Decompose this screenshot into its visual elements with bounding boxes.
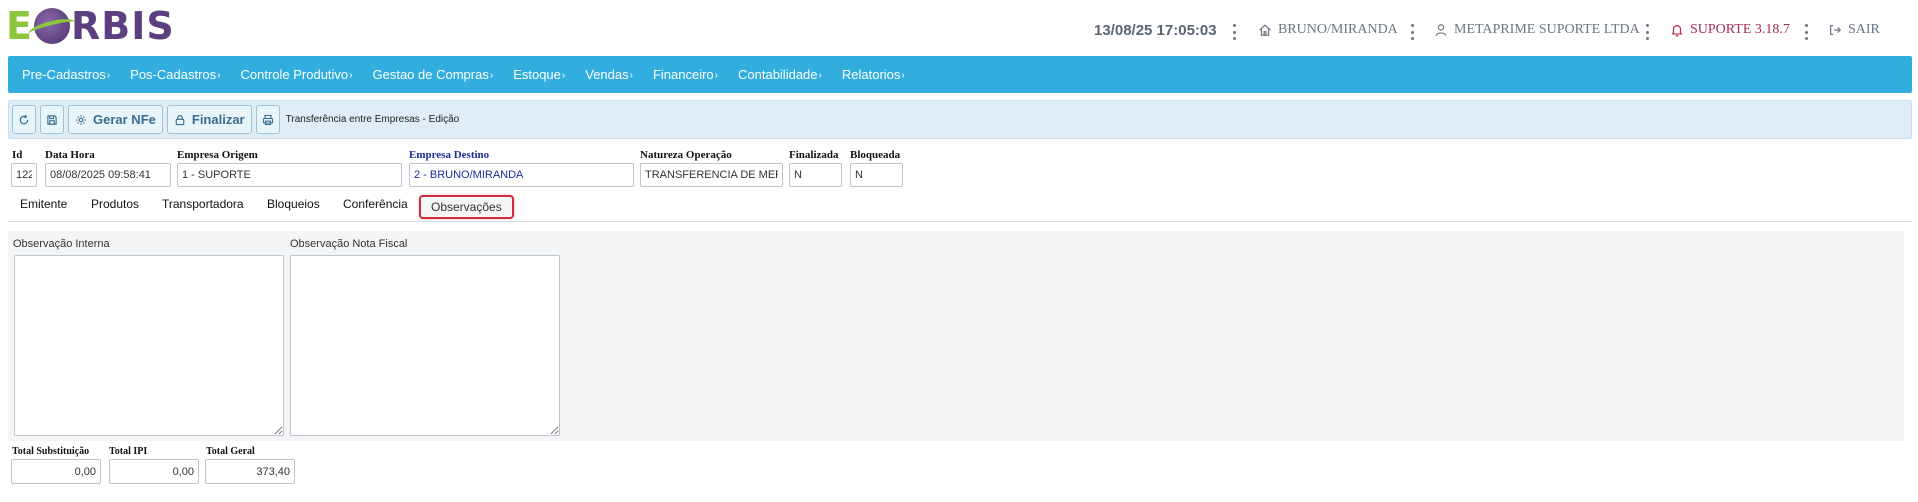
- action-toolbar: Gerar NFe Finalizar Transferência entre …: [8, 100, 1912, 139]
- header-user-company[interactable]: METAPRIME SUPORTE LTDA: [1434, 22, 1640, 38]
- refresh-icon: [19, 114, 29, 124]
- total-geral-input[interactable]: [205, 459, 295, 484]
- observacao-interna-label: Observação Interna: [13, 238, 110, 250]
- eorbis-logo[interactable]: E RBIS: [6, 4, 175, 48]
- printer-icon: [262, 114, 273, 125]
- natureza-operacao-label: Natureza Operação: [640, 149, 732, 161]
- empresa-destino-label: Empresa Destino: [409, 149, 490, 161]
- tab-transportadora[interactable]: Transportadora: [162, 197, 244, 211]
- app-header: E RBIS 13/08/25 17:05:03 BRUNO/MIRANDA ME…: [0, 0, 1918, 54]
- logout-label: SAIR: [1848, 22, 1880, 37]
- menu-contabilidade[interactable]: Contabilidade: [738, 67, 822, 82]
- user-company-label: METAPRIME SUPORTE LTDA: [1454, 22, 1640, 37]
- bloqueada-label: Bloqueada: [850, 149, 901, 161]
- menu-vendas[interactable]: Vendas: [585, 67, 633, 82]
- page-title: Transferência entre Empresas - Edição: [285, 114, 460, 125]
- branch-menu-icon[interactable]: [1410, 24, 1414, 40]
- header-datetime: 13/08/25 17:05:03: [1094, 22, 1217, 39]
- total-geral-label: Total Geral: [206, 446, 255, 457]
- bell-icon: [1671, 25, 1683, 37]
- user-menu-icon[interactable]: [1645, 24, 1649, 40]
- finalizada-input[interactable]: [789, 163, 842, 187]
- user-icon: [1435, 24, 1447, 36]
- observacao-interna-textarea[interactable]: [14, 255, 284, 436]
- menu-pos-cadastros[interactable]: Pos-Cadastros: [130, 67, 220, 82]
- gerar-nfe-label: Gerar NFe: [93, 112, 156, 127]
- natureza-operacao-input[interactable]: [640, 163, 783, 187]
- header-version[interactable]: SUPORTE 3.18.7: [1670, 22, 1790, 38]
- empresa-origem-input[interactable]: [177, 163, 402, 187]
- lock-icon: [175, 114, 185, 125]
- id-label: Id: [12, 149, 23, 161]
- total-ipi-label: Total IPI: [109, 446, 148, 457]
- branch-label: BRUNO/MIRANDA: [1278, 22, 1398, 37]
- logout-button[interactable]: SAIR: [1828, 22, 1880, 38]
- total-substituicao-label: Total Substituição: [12, 446, 90, 457]
- print-button[interactable]: [255, 105, 280, 134]
- id-input[interactable]: [11, 163, 37, 187]
- tab-conferencia[interactable]: Conferência: [343, 197, 408, 211]
- refresh-button[interactable]: [12, 105, 36, 134]
- finalizada-label: Finalizada: [789, 149, 839, 161]
- observacao-nota-fiscal-textarea[interactable]: [290, 255, 560, 436]
- datetime-menu-icon[interactable]: [1232, 24, 1236, 40]
- version-label: SUPORTE 3.18.7: [1690, 22, 1790, 37]
- total-ipi-input[interactable]: [109, 459, 199, 484]
- tab-observacoes[interactable]: Observações: [419, 195, 514, 219]
- observacoes-panel: Observação Interna Observação Nota Fisca…: [8, 231, 1904, 441]
- empresa-destino-input[interactable]: [409, 163, 634, 187]
- home-icon: [1259, 24, 1271, 36]
- menu-gestao-de-compras[interactable]: Gestao de Compras: [373, 67, 494, 82]
- header-branch[interactable]: BRUNO/MIRANDA: [1258, 22, 1398, 38]
- menu-estoque[interactable]: Estoque: [513, 67, 565, 82]
- menu-relatorios[interactable]: Relatorios: [842, 67, 905, 82]
- finalizar-label: Finalizar: [191, 112, 245, 127]
- version-menu-icon[interactable]: [1804, 24, 1808, 40]
- data-hora-label: Data Hora: [45, 149, 95, 161]
- bloqueada-input[interactable]: [850, 163, 903, 187]
- total-substituicao-input[interactable]: [11, 459, 101, 484]
- save-icon: [47, 114, 57, 125]
- logout-icon: [1830, 25, 1842, 35]
- tab-produtos[interactable]: Produtos: [91, 197, 139, 211]
- finalizar-button[interactable]: Finalizar: [166, 105, 252, 134]
- observacao-nota-fiscal-label: Observação Nota Fiscal: [290, 238, 408, 250]
- main-menu-bar: Pre-Cadastros Pos-Cadastros Controle Pro…: [8, 56, 1912, 93]
- tab-bloqueios[interactable]: Bloqueios: [267, 197, 320, 211]
- tab-emitente[interactable]: Emitente: [20, 197, 67, 211]
- data-hora-input[interactable]: [45, 163, 171, 187]
- menu-pre-cadastros[interactable]: Pre-Cadastros: [22, 67, 110, 82]
- tab-bar: Emitente Produtos Transportadora Bloquei…: [8, 193, 1912, 222]
- menu-controle-produtivo[interactable]: Controle Produtivo: [240, 67, 352, 82]
- gear-icon: [76, 114, 86, 125]
- gerar-nfe-button[interactable]: Gerar NFe: [68, 105, 163, 134]
- menu-financeiro[interactable]: Financeiro: [653, 67, 718, 82]
- save-button[interactable]: [40, 105, 64, 134]
- empresa-origem-label: Empresa Origem: [177, 149, 258, 161]
